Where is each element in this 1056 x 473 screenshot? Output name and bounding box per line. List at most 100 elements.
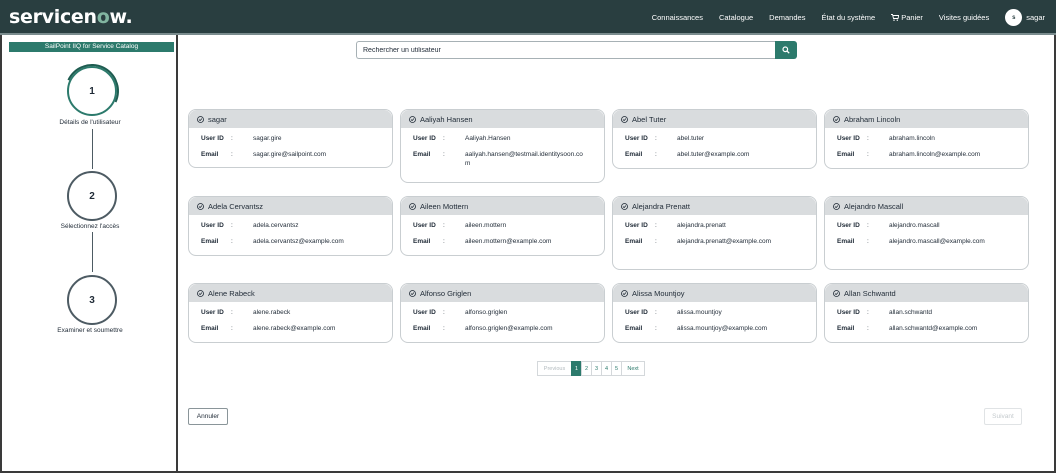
user-id-row: User ID: sagar.gire: [201, 134, 392, 143]
email-separator: :: [231, 151, 233, 158]
user-card-header[interactable]: Alene Rabeck: [189, 284, 392, 302]
user-card-header[interactable]: Allan Schwantd: [825, 284, 1028, 302]
user-card[interactable]: Aaliyah Hansen User ID: Aaliyah.Hansen Emai…: [400, 109, 605, 183]
email-value: alene.rabeck@example.com: [253, 325, 336, 332]
email-row: Email: alejandro.mascall@example.com: [837, 237, 1028, 246]
email-separator: :: [443, 151, 445, 158]
user-id-label: User ID: [413, 222, 436, 229]
check-circle-icon: [621, 289, 628, 297]
nav-item-guided-tours[interactable]: Visites guidées: [939, 13, 989, 22]
user-card-header[interactable]: Alejandra Prenatt: [613, 197, 816, 215]
user-card-header[interactable]: Alfonso Griglen: [401, 284, 604, 302]
user-card-header[interactable]: Alissa Mountjoy: [613, 284, 816, 302]
user-id-separator: :: [655, 135, 657, 142]
user-id-separator: :: [867, 222, 869, 229]
check-circle-icon: [833, 115, 840, 123]
user-card[interactable]: Alejandra Prenatt User ID: alejandra.prena…: [612, 196, 817, 270]
email-row: Email: adela.cervantsz@example.com: [201, 237, 392, 246]
email-value: abel.tuter@example.com: [677, 151, 750, 158]
pagination: Previous 1 2 3 4 5 Next: [537, 361, 645, 376]
search-input[interactable]: [356, 41, 775, 59]
user-card[interactable]: sagar User ID: sagar.gire Email: sagar.gire@…: [188, 109, 393, 168]
email-value: sagar.gire@sailpoint.com: [253, 151, 327, 158]
check-circle-icon: [833, 289, 840, 297]
user-card[interactable]: Allan Schwantd User ID: allan.schwantd Emai…: [824, 283, 1029, 343]
user-card-header[interactable]: sagar: [189, 110, 392, 128]
email-separator: :: [867, 325, 869, 332]
user-id-separator: :: [231, 222, 233, 229]
step-2-number: 2: [89, 190, 95, 202]
nav-item-requests[interactable]: Demandes: [769, 13, 805, 22]
top-nav-menu: Connaissances Catalogue Demandes État du…: [652, 0, 1056, 35]
cancel-button[interactable]: Annuler: [188, 408, 228, 425]
pagination-previous[interactable]: Previous: [537, 361, 572, 376]
nav-item-system-status[interactable]: État du système: [821, 13, 875, 22]
user-card[interactable]: Alene Rabeck User ID: alene.rabeck Email: al…: [188, 283, 393, 343]
servicenow-logo[interactable]: servicenow.: [9, 6, 133, 28]
email-value: aaliyah.hansen@testmail.identitysoon.com: [465, 151, 583, 167]
user-id-row: User ID: Aaliyah.Hansen: [413, 134, 604, 143]
user-id-value: alejandro.mascall: [889, 222, 940, 229]
email-separator: :: [655, 238, 657, 245]
user-id-row: User ID: alissa.mountjoy: [625, 308, 816, 317]
user-card-header[interactable]: Adela Cervantsz: [189, 197, 392, 215]
user-card-name: Aileen Mottern: [420, 201, 469, 211]
email-value: allan.schwantd@example.com: [889, 325, 978, 332]
email-row: Email: abraham.lincoln@example.com: [837, 150, 1028, 159]
user-card[interactable]: Alfonso Griglen User ID: alfonso.griglen Em…: [400, 283, 605, 343]
user-name[interactable]: sagar: [1026, 13, 1045, 22]
next-button[interactable]: Suivant: [984, 408, 1022, 425]
step-1-progress-arc: [57, 56, 127, 126]
user-card-name: Alissa Mountjoy: [632, 288, 685, 298]
user-card-name: Alejandra Prenatt: [632, 201, 690, 211]
user-card[interactable]: Alissa Mountjoy User ID: alissa.mountjoy Em…: [612, 283, 817, 343]
user-card[interactable]: Abel Tuter User ID: abel.tuter Email: abel.t…: [612, 109, 817, 169]
search-button[interactable]: [775, 41, 797, 59]
user-id-value: alene.rabeck: [253, 309, 291, 316]
user-card[interactable]: Aileen Mottern User ID: aileen.mottern Emai…: [400, 196, 605, 256]
user-id-value: alejandra.prenatt: [677, 222, 726, 229]
email-separator: :: [655, 325, 657, 332]
email-value: alejandra.prenatt@example.com: [677, 238, 772, 245]
user-id-value: allan.schwantd: [889, 309, 932, 316]
user-card-name: Alejandro Mascall: [844, 201, 904, 211]
email-row: Email: allan.schwantd@example.com: [837, 324, 1028, 333]
email-row: Email: aaliyah.hansen@testmail.identityso…: [413, 150, 604, 168]
nav-item-cart[interactable]: Panier: [891, 13, 923, 22]
user-card[interactable]: Adela Cervantsz User ID: adela.cervantsz Em…: [188, 196, 393, 256]
user-card-header[interactable]: Aaliyah Hansen: [401, 110, 604, 128]
nav-item-knowledge[interactable]: Connaissances: [652, 13, 703, 22]
email-value: abraham.lincoln@example.com: [889, 151, 981, 158]
user-id-label: User ID: [413, 309, 436, 316]
user-card[interactable]: Alejandro Mascall User ID: alejandro.masca…: [824, 196, 1029, 270]
user-avatar[interactable]: s: [1005, 9, 1023, 26]
sidebar-title: SailPoint IIQ for Service Catalog: [9, 42, 174, 52]
email-row: Email: alene.rabeck@example.com: [201, 324, 392, 333]
email-separator: :: [655, 151, 657, 158]
logo-text-start: servicen: [9, 6, 97, 28]
user-id-separator: :: [443, 135, 445, 142]
pagination-next[interactable]: Next: [621, 361, 645, 376]
user-card-header[interactable]: Abraham Lincoln: [825, 110, 1028, 128]
user-card-header[interactable]: Aileen Mottern: [401, 197, 604, 215]
user-card-name: Alene Rabeck: [208, 288, 255, 298]
user-id-value: sagar.gire: [253, 135, 282, 142]
check-circle-icon: [197, 289, 204, 297]
email-label: Email: [201, 325, 219, 332]
email-label: Email: [413, 325, 431, 332]
email-separator: :: [867, 238, 869, 245]
email-separator: :: [231, 325, 233, 332]
user-card[interactable]: Abraham Lincoln User ID: abraham.lincoln Em…: [824, 109, 1029, 169]
user-id-row: User ID: alejandro.mascall: [837, 221, 1028, 230]
email-row: Email: abel.tuter@example.com: [625, 150, 816, 159]
user-card-header[interactable]: Abel Tuter: [613, 110, 816, 128]
email-row: Email: alfonso.griglen@example.com: [413, 324, 604, 333]
nav-item-catalog[interactable]: Catalogue: [719, 13, 753, 22]
email-label: Email: [625, 151, 643, 158]
user-id-separator: :: [655, 222, 657, 229]
user-id-separator: :: [231, 309, 233, 316]
user-id-label: User ID: [837, 222, 860, 229]
step-3-circle: 3: [67, 275, 117, 325]
user-card-header[interactable]: Alejandro Mascall: [825, 197, 1028, 215]
user-id-value: alfonso.griglen: [465, 309, 508, 316]
